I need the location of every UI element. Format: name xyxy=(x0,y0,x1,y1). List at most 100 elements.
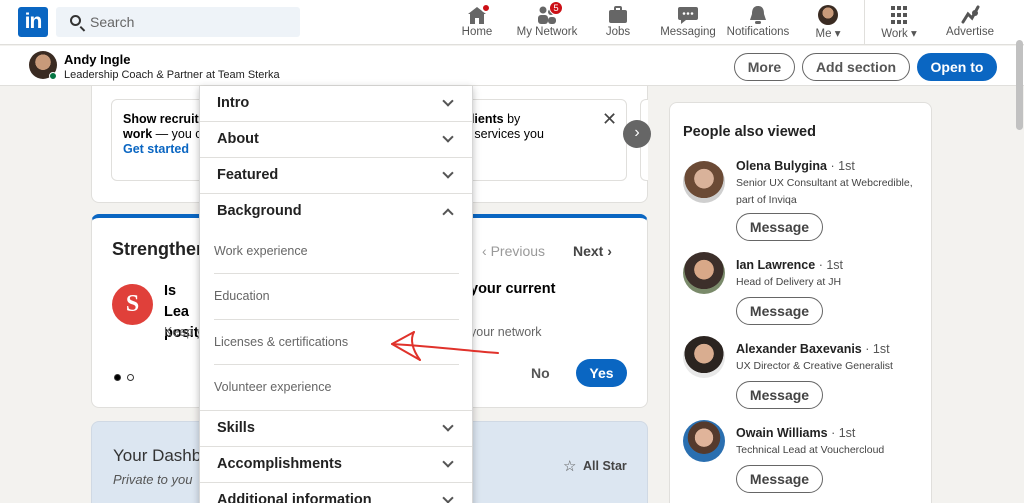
menu-subitem-volunteer-experience[interactable]: Volunteer experience xyxy=(200,365,472,410)
strengthen-title: Strengthen xyxy=(112,239,208,259)
bell-icon xyxy=(750,6,766,24)
menu-subitem-label: Education xyxy=(214,289,270,303)
open-to-button[interactable]: Open to xyxy=(917,53,997,81)
star-icon: ☆ xyxy=(563,458,577,475)
menu-item-label: Additional information xyxy=(217,492,372,503)
nav-jobs[interactable]: Jobs xyxy=(598,0,638,45)
nav-work-label: Work ▾ xyxy=(881,28,917,40)
search-input[interactable] xyxy=(90,7,290,37)
avatar[interactable] xyxy=(683,252,725,294)
keep-text-left: Keep y xyxy=(164,325,203,339)
menu-subitem-label: Volunteer experience xyxy=(214,380,332,394)
person-name[interactable]: Owain Williams · 1st xyxy=(736,426,855,440)
menu-item-about[interactable]: About xyxy=(200,122,472,157)
no-button[interactable]: No xyxy=(531,365,550,381)
avatar[interactable] xyxy=(683,161,725,203)
chevron-left-icon: ‹ xyxy=(482,243,487,259)
caret-down-icon: ▾ xyxy=(911,28,917,40)
top-nav: in Home 5 My Network Jobs Messaging Noti… xyxy=(0,0,1024,45)
dashboard-subtitle: Private to you xyxy=(113,472,193,487)
nav-messaging[interactable]: Messaging xyxy=(658,0,718,45)
avatar[interactable] xyxy=(683,336,725,378)
nav-me[interactable]: Me ▾ xyxy=(808,0,848,45)
nav-work[interactable]: Work ▾ xyxy=(876,0,922,45)
message-button[interactable]: Message xyxy=(736,297,823,325)
close-icon[interactable]: ✕ xyxy=(602,109,617,130)
menu-subitem-label: Work experience xyxy=(214,244,308,258)
person-headline: Head of Delivery at JH xyxy=(736,276,842,288)
menu-subitem-work-experience[interactable]: Work experience xyxy=(200,229,472,274)
person-name[interactable]: Olena Bulygina · 1st xyxy=(736,159,855,173)
get-started-link[interactable]: Get started xyxy=(123,142,189,156)
avatar xyxy=(818,5,838,25)
menu-item-accomplishments[interactable]: Accomplishments xyxy=(200,447,472,482)
profile-name: Andy Ingle xyxy=(64,52,131,67)
nav-divider xyxy=(864,0,865,45)
nav-home-label: Home xyxy=(461,26,493,38)
notification-dot xyxy=(481,3,491,13)
keep-text-right: your network xyxy=(470,325,542,339)
search-box[interactable] xyxy=(56,7,300,37)
menu-item-intro[interactable]: Intro xyxy=(200,86,472,121)
chevron-down-icon xyxy=(442,456,454,468)
menu-item-label: About xyxy=(217,131,259,147)
yes-button[interactable]: Yes xyxy=(576,359,627,387)
nav-advertise-label: Advertise xyxy=(946,26,994,38)
compass-icon xyxy=(961,5,980,24)
nav-my-network[interactable]: 5 My Network xyxy=(514,0,580,45)
chevron-down-icon xyxy=(442,95,454,107)
chevron-down-icon xyxy=(442,492,454,503)
add-section-menu: Intro About Featured Background Work exp… xyxy=(199,86,473,503)
scrollbar-thumb[interactable] xyxy=(1016,40,1023,130)
chevron-down-icon xyxy=(442,420,454,432)
message-button[interactable]: Message xyxy=(736,465,823,493)
dashboard-title: Your Dashb xyxy=(113,446,202,465)
menu-item-background[interactable]: Background xyxy=(200,194,472,229)
menu-item-label: Skills xyxy=(217,420,255,436)
caret-down-icon: ▾ xyxy=(834,28,841,40)
company-logo: S xyxy=(112,284,153,325)
message-button[interactable]: Message xyxy=(736,213,823,241)
chat-icon xyxy=(678,7,698,24)
nav-advertise[interactable]: Advertise xyxy=(942,0,998,45)
chevron-up-icon xyxy=(442,208,454,220)
all-star-label: All Star xyxy=(583,459,627,473)
nav-my-network-label: My Network xyxy=(516,26,578,38)
nav-jobs-label: Jobs xyxy=(605,26,631,38)
carousel-dot-active[interactable] xyxy=(114,374,121,381)
network-badge: 5 xyxy=(549,1,563,15)
previous-button[interactable]: ‹ Previous xyxy=(482,243,545,259)
add-section-button[interactable]: Add section xyxy=(802,53,910,81)
avatar[interactable] xyxy=(683,420,725,462)
menu-item-additional-information[interactable]: Additional information xyxy=(200,483,472,503)
promo-text-right: clients by e services you xyxy=(464,112,544,141)
person-name[interactable]: Alexander Baxevanis · 1st xyxy=(736,342,890,356)
nav-me-label: Me ▾ xyxy=(815,28,841,40)
profile-headline: Leadership Coach & Partner at Team Sterk… xyxy=(64,69,280,81)
menu-item-skills[interactable]: Skills xyxy=(200,411,472,446)
nav-home[interactable]: Home xyxy=(453,0,501,45)
grid-icon xyxy=(891,6,907,24)
menu-item-featured[interactable]: Featured xyxy=(200,158,472,193)
message-button[interactable]: Message xyxy=(736,381,823,409)
online-status-dot xyxy=(49,72,57,80)
menu-subitem-licenses-certifications[interactable]: Licenses & certifications xyxy=(200,320,472,365)
menu-subitem-education[interactable]: Education xyxy=(200,274,472,319)
menu-item-label: Background xyxy=(217,203,302,219)
chevron-down-icon xyxy=(442,167,454,179)
briefcase-icon xyxy=(609,6,627,23)
carousel-next-icon[interactable]: › xyxy=(623,120,651,148)
menu-item-label: Intro xyxy=(217,95,250,111)
next-button[interactable]: Next › xyxy=(573,243,612,259)
person-headline: UX Director & Creative Generalist xyxy=(736,360,893,372)
menu-item-label: Featured xyxy=(217,167,279,183)
carousel-dot[interactable] xyxy=(127,374,134,381)
chevron-right-icon: › xyxy=(607,243,612,259)
nav-messaging-label: Messaging xyxy=(660,26,716,38)
menu-subitem-label: Licenses & certifications xyxy=(214,335,349,349)
linkedin-logo[interactable]: in xyxy=(18,7,48,37)
person-name[interactable]: Ian Lawrence · 1st xyxy=(736,258,843,272)
more-button[interactable]: More xyxy=(734,53,795,81)
nav-notifications-label: Notifications xyxy=(726,26,790,38)
nav-notifications[interactable]: Notifications xyxy=(724,0,792,45)
